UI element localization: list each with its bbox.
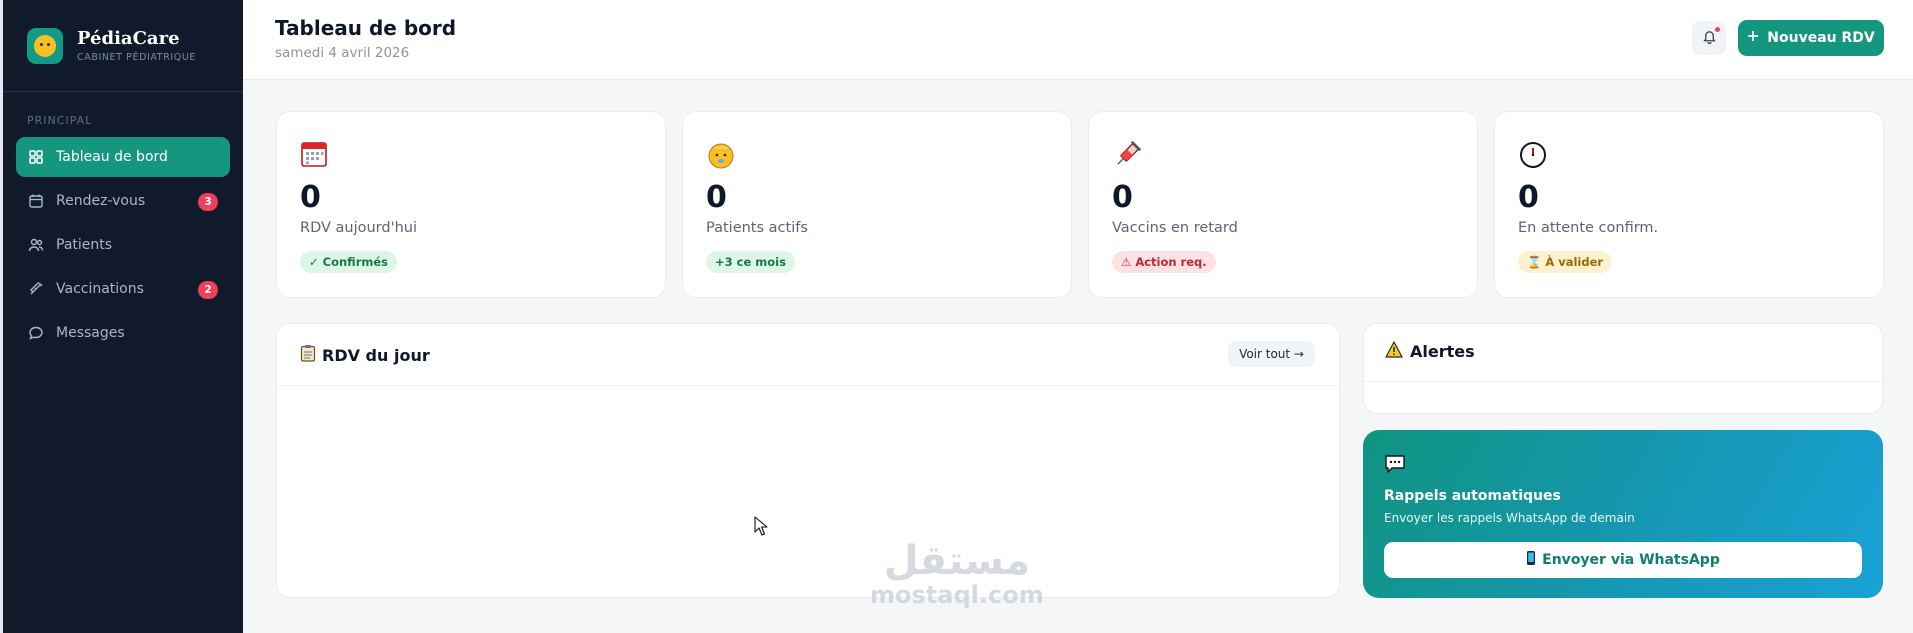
- stat-card-rdv-today: 0 RDV aujourd'hui ✓ Confirmés: [276, 111, 666, 298]
- panel-title-text: RDV du jour: [322, 345, 430, 365]
- plus-icon: [1747, 30, 1759, 46]
- stat-label: RDV aujourd'hui: [300, 220, 417, 236]
- see-all-button[interactable]: Voir tout →: [1228, 341, 1315, 367]
- grid-icon: [28, 149, 44, 165]
- notification-dot: [1715, 27, 1720, 32]
- sidebar-item-messages[interactable]: Messages: [16, 313, 230, 353]
- sidebar-nav: Tableau de bord Rendez-vous 3 Patients V…: [3, 137, 243, 353]
- count-badge: 2: [198, 281, 218, 299]
- clipboard-icon: [300, 344, 316, 366]
- stat-label: Patients actifs: [706, 220, 808, 236]
- brand-name: PédiaCare: [77, 27, 180, 49]
- sidebar-item-label: Tableau de bord: [56, 149, 168, 165]
- stat-label: Vaccins en retard: [1112, 220, 1238, 236]
- bell-icon: [1702, 29, 1717, 48]
- users-icon: [28, 237, 44, 253]
- new-appointment-label: Nouveau RDV: [1767, 30, 1875, 46]
- page-date: samedi 4 avril 2026: [275, 45, 410, 61]
- status-badge: ⚠ Action req.: [1112, 251, 1216, 273]
- baby-face-logo-icon: [27, 27, 63, 64]
- stat-card-active-patients: 0 Patients actifs +3 ce mois: [682, 111, 1072, 298]
- sidebar-item-patients[interactable]: Patients: [16, 225, 230, 265]
- mouse-cursor-icon: [754, 516, 768, 540]
- brand-subtitle: CABINET PÉDIATRIQUE: [77, 51, 197, 63]
- panel-title: RDV du jour: [300, 344, 430, 366]
- baby-face-icon: [706, 140, 736, 170]
- sidebar-section-label: PRINCIPAL: [27, 114, 93, 127]
- stat-value: 0: [300, 180, 321, 215]
- stat-label: En attente confirm.: [1518, 220, 1659, 236]
- status-badge: +3 ce mois: [706, 251, 795, 273]
- stat-value: 0: [1518, 180, 1539, 215]
- stat-value: 0: [1112, 180, 1133, 215]
- sidebar-item-label: Messages: [56, 325, 125, 341]
- send-whatsapp-button[interactable]: Envoyer via WhatsApp: [1384, 542, 1862, 578]
- panel-title-text: Alertes: [1410, 342, 1475, 361]
- sidebar-item-label: Rendez-vous: [56, 193, 146, 209]
- count-badge: 3: [198, 193, 218, 211]
- alerts-panel: Alertes: [1363, 323, 1883, 414]
- chat-icon: [28, 325, 44, 341]
- clock-icon: [1518, 140, 1548, 170]
- sidebar: PédiaCare CABINET PÉDIATRIQUE PRINCIPAL …: [0, 0, 243, 633]
- page-title: Tableau de bord: [275, 16, 457, 40]
- sidebar-item-tableau-de-bord[interactable]: Tableau de bord: [16, 137, 230, 177]
- status-badge: ✓ Confirmés: [300, 251, 397, 273]
- panel-title: Alertes: [1385, 341, 1475, 362]
- calendar-icon: [28, 193, 44, 209]
- speech-bubble-icon: [1384, 454, 1406, 474]
- sidebar-item-rendez-vous[interactable]: Rendez-vous 3: [16, 181, 230, 221]
- reminders-card: Rappels automatiques Envoyer les rappels…: [1363, 430, 1883, 598]
- send-whatsapp-label: Envoyer via WhatsApp: [1542, 552, 1720, 568]
- calendar-icon: [300, 140, 330, 170]
- notifications-button[interactable]: [1692, 21, 1726, 55]
- watermark-url: mostaql.com: [870, 581, 1044, 609]
- top-header: Tableau de bord samedi 4 avril 2026 Nouv…: [243, 0, 1913, 80]
- stat-card-pending: 0 En attente confirm. ⌛ À valider: [1494, 111, 1884, 298]
- watermark: مستقل mostaql.com: [870, 540, 1044, 608]
- panel-header: RDV du jour Voir tout →: [277, 324, 1339, 386]
- phone-icon: [1526, 550, 1536, 570]
- syringe-icon: [1112, 140, 1142, 170]
- reminders-title: Rappels automatiques: [1384, 488, 1561, 504]
- sidebar-item-vaccinations[interactable]: Vaccinations 2: [16, 269, 230, 309]
- panel-header: Alertes: [1364, 324, 1882, 382]
- new-appointment-button[interactable]: Nouveau RDV: [1738, 20, 1884, 56]
- sidebar-item-label: Patients: [56, 237, 113, 253]
- status-badge: ⌛ À valider: [1518, 251, 1613, 273]
- warning-icon: [1385, 341, 1403, 362]
- syringe-icon: [28, 281, 44, 297]
- brand[interactable]: PédiaCare CABINET PÉDIATRIQUE: [3, 0, 243, 92]
- reminders-subtitle: Envoyer les rappels WhatsApp de demain: [1384, 511, 1635, 525]
- stat-card-late-vaccines: 0 Vaccins en retard ⚠ Action req.: [1088, 111, 1478, 298]
- watermark-arabic: مستقل: [883, 538, 1030, 584]
- rdv-du-jour-panel: RDV du jour Voir tout →: [276, 323, 1340, 598]
- stat-value: 0: [706, 180, 727, 215]
- sidebar-item-label: Vaccinations: [56, 281, 144, 297]
